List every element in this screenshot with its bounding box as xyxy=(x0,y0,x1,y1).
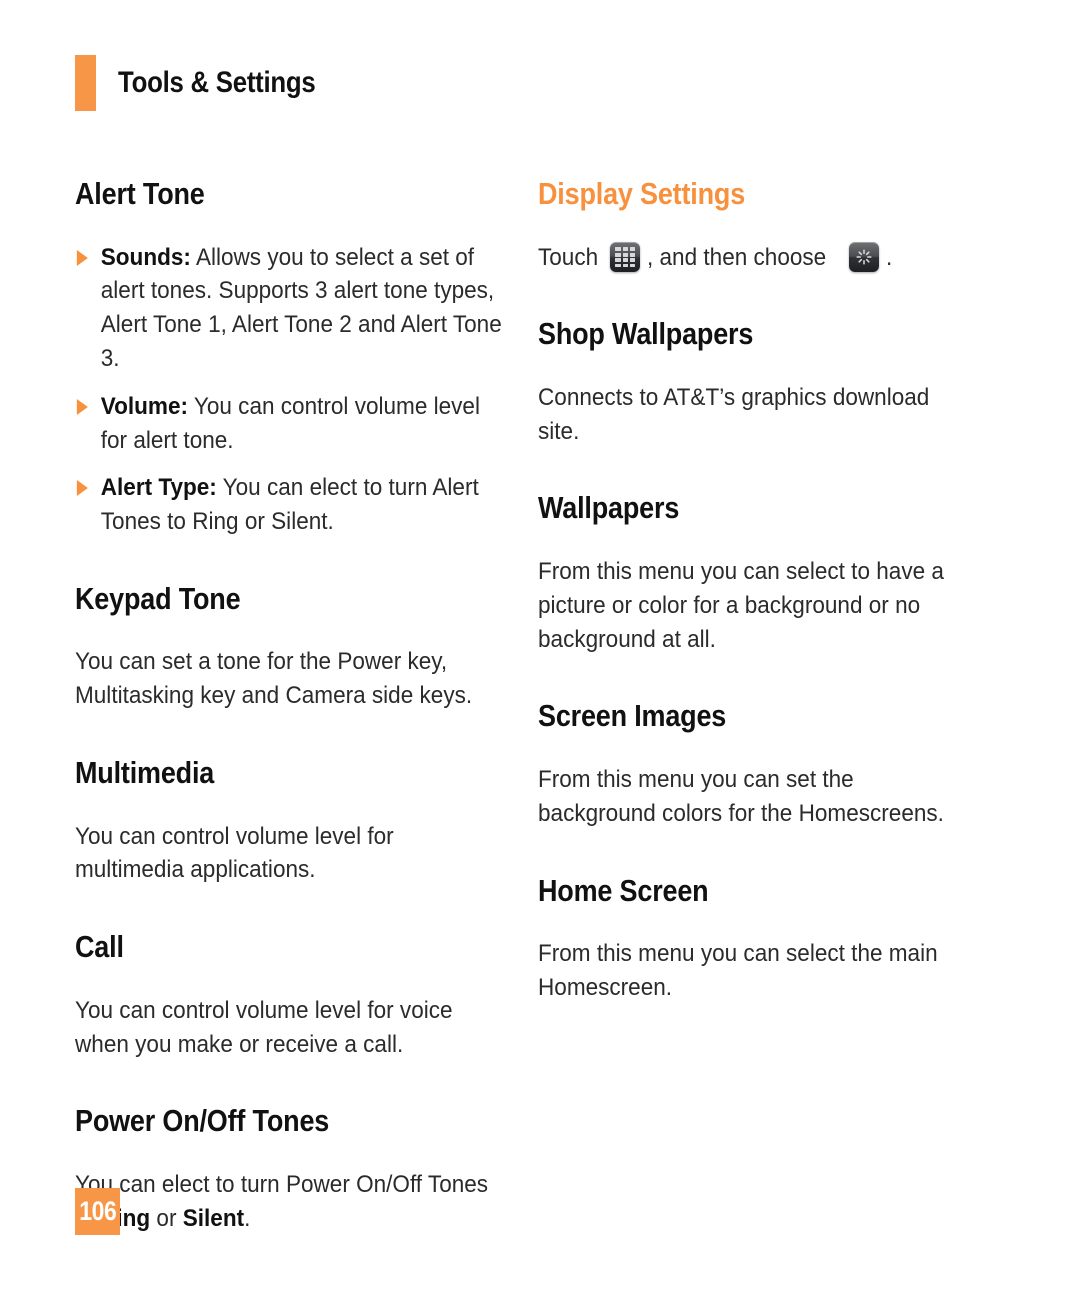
emphasis-silent: Silent xyxy=(182,1204,245,1232)
page-number-value: 106 xyxy=(78,1196,117,1226)
running-head-accent-bar xyxy=(75,55,96,111)
body-shop-wallpapers: Connects to AT&T’s graphics download sit… xyxy=(538,383,930,445)
heading-display-settings: Display Settings xyxy=(538,176,746,211)
bullet-term: Sounds: xyxy=(100,243,191,271)
touch-middle-text: , and then choose xyxy=(647,243,827,271)
heading-call: Call xyxy=(75,929,124,965)
bullet-sounds: Sounds: Allows you to select a set of al… xyxy=(75,241,505,376)
triangle-bullet-icon xyxy=(76,249,88,266)
right-column: Display Settings Touch , and then choose xyxy=(538,176,968,1005)
bullet-alert-type: Alert Type: You can elect to turn Alert … xyxy=(75,471,505,539)
body-multimedia: You can control volume level for multime… xyxy=(75,822,394,884)
app-grid-dots xyxy=(615,247,636,268)
body-power-on-off-tones: You can elect to turn Power On/Off Tones… xyxy=(75,1168,505,1236)
body-home-screen: From this menu you can select the main H… xyxy=(538,940,938,1001)
body-text: or xyxy=(150,1204,183,1232)
page-number-badge: 106 xyxy=(75,1188,120,1235)
app-grid-icon xyxy=(610,242,641,273)
heading-multimedia: Multimedia xyxy=(75,755,215,791)
touch-prefix-text: Touch xyxy=(538,243,599,271)
heading-wallpapers: Wallpapers xyxy=(538,490,680,526)
bullet-term: Alert Type: xyxy=(100,474,217,502)
body-keypad-tone: You can set a tone for the Power key, Mu… xyxy=(75,648,473,710)
display-brightness-icon xyxy=(849,242,880,273)
body-call: You can control volume level for voice w… xyxy=(75,996,453,1058)
heading-alert-tone: Alert Tone xyxy=(75,176,205,211)
heading-power-on-off-tones: Power On/Off Tones xyxy=(75,1103,330,1139)
bullet-term: Volume: xyxy=(100,392,189,420)
heading-screen-images: Screen Images xyxy=(538,698,727,734)
brightness-burst-glyph xyxy=(849,242,879,272)
triangle-bullet-icon xyxy=(76,480,88,497)
bullet-volume: Volume: You can control volume level for… xyxy=(75,390,505,458)
heading-home-screen: Home Screen xyxy=(538,872,709,908)
left-column: Alert Tone Sounds: Allows you to select … xyxy=(75,176,505,1236)
running-head-title: Tools & Settings xyxy=(118,66,316,99)
touch-instruction: Touch , and then choose . xyxy=(538,241,968,275)
body-wallpapers: From this menu you can select to have a … xyxy=(538,558,944,653)
touch-suffix-text: . xyxy=(886,243,893,271)
heading-shop-wallpapers: Shop Wallpapers xyxy=(538,316,754,352)
running-head: Tools & Settings xyxy=(75,55,348,111)
triangle-bullet-icon xyxy=(76,398,88,415)
heading-keypad-tone: Keypad Tone xyxy=(75,580,241,616)
body-screen-images: From this menu you can set the backgroun… xyxy=(538,765,944,827)
body-text: . xyxy=(244,1204,251,1232)
